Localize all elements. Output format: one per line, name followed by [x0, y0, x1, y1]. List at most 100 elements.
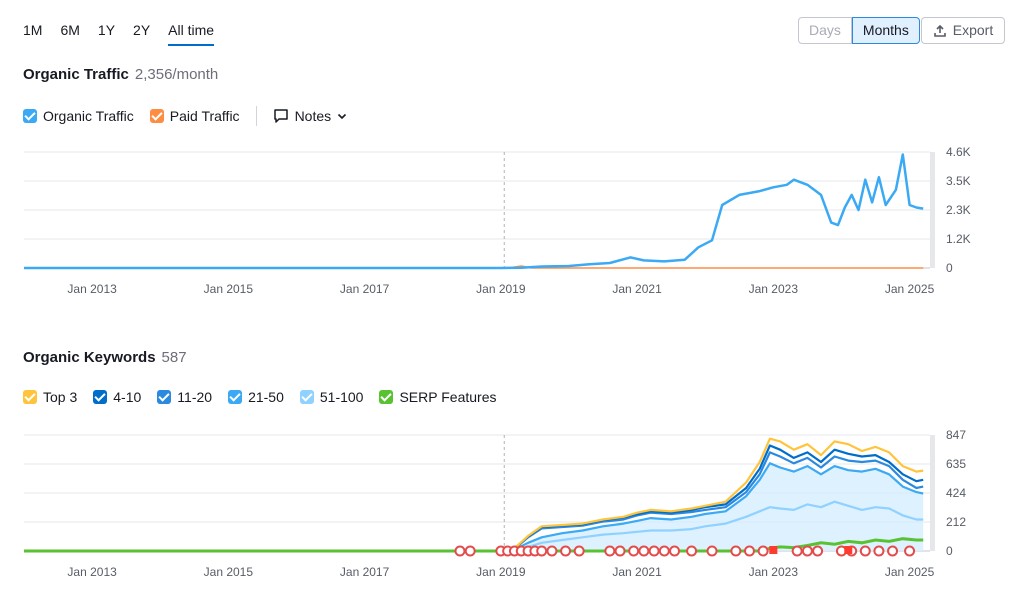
legend-label: Paid Traffic [169, 108, 240, 124]
y-tick-label: 1.2K [946, 232, 971, 246]
google-update-marker [812, 545, 824, 557]
days-button[interactable]: Days [798, 17, 852, 44]
google-update-marker [706, 545, 718, 557]
google-update-marker [669, 545, 681, 557]
legend-label: 4-10 [113, 389, 142, 405]
x-tick-label: Jan 2015 [204, 282, 254, 296]
date-range-tabs: 1M 6M 1Y 2Y All time [23, 20, 232, 46]
google-update-marker [614, 545, 626, 557]
checkbox-icon [157, 390, 172, 404]
google-update-marker [887, 545, 899, 557]
range-tab-all-time[interactable]: All time [168, 20, 215, 46]
keywords-subtitle: 587 [161, 349, 187, 366]
google-update-marker [648, 545, 660, 557]
legend-organic-traffic[interactable]: Organic Traffic [23, 108, 134, 124]
keywords-title: Organic Keywords 587 [23, 349, 187, 366]
google-update-marker [730, 545, 742, 557]
traffic-title-text: Organic Traffic [23, 66, 129, 83]
traffic-legend: Organic Traffic Paid Traffic Notes [23, 106, 347, 126]
legend-label: 51-100 [319, 389, 364, 405]
range-tab-1y[interactable]: 1Y [98, 20, 115, 46]
google-update-marker [464, 545, 476, 557]
checkbox-icon [23, 390, 37, 404]
legend-label: Top 3 [43, 389, 78, 405]
y-tick-label: 2.3K [946, 203, 971, 217]
legend-paid-traffic[interactable]: Paid Traffic [149, 108, 240, 124]
google-update-marker [904, 545, 916, 557]
x-tick-label: Jan 2019 [476, 565, 526, 579]
y-tick-label: 4.6K [946, 145, 971, 159]
notes-label: Notes [294, 108, 332, 124]
x-tick-label: Jan 2023 [749, 565, 799, 579]
x-tick-label: Jan 2023 [749, 282, 799, 296]
checkbox-icon [299, 390, 314, 404]
google-update-marker [686, 545, 698, 557]
google-update-marker [628, 545, 640, 557]
y-tick-label: 847 [946, 428, 966, 442]
range-tab-2y[interactable]: 2Y [133, 20, 150, 46]
x-tick-label: Jan 2013 [67, 282, 117, 296]
legend-label: 21-50 [248, 389, 284, 405]
google-update-marker [573, 545, 585, 557]
google-update-marker [536, 545, 548, 557]
checkbox-icon [149, 109, 164, 123]
keywords-title-text: Organic Keywords [23, 349, 156, 366]
legend-top-3[interactable]: Top 3 [23, 389, 77, 405]
y-tick-label: 0 [946, 544, 953, 558]
x-tick-label: Jan 2015 [204, 565, 254, 579]
google-update-marker [859, 545, 871, 557]
google-update-marker [791, 545, 803, 557]
months-button[interactable]: Months [851, 17, 920, 44]
legend-11-20[interactable]: 11-20 [157, 389, 212, 405]
comment-icon [273, 109, 288, 123]
chart-edge [930, 435, 935, 551]
upload-icon [933, 24, 946, 37]
legend-21-50[interactable]: 21-50 [228, 389, 284, 405]
legend-label: 11-20 [177, 389, 213, 405]
x-tick-label: Jan 2021 [612, 565, 662, 579]
google-update-marker [638, 545, 650, 557]
legend-4-10[interactable]: 4-10 [93, 389, 141, 405]
export-label: Export [952, 22, 994, 38]
x-tick-label: Jan 2019 [476, 282, 526, 296]
x-tick-label: Jan 2017 [340, 565, 390, 579]
x-tick-label: Jan 2017 [340, 282, 390, 296]
x-tick-label: Jan 2021 [612, 282, 662, 296]
y-tick-label: 0 [946, 261, 953, 275]
y-tick-label: 212 [946, 515, 966, 529]
google-update-marker [454, 545, 466, 557]
keywords-legend: Top 3 4-10 11-20 21-50 51-100 SERP Featu… [23, 389, 512, 405]
legend-51-100[interactable]: 51-100 [299, 389, 364, 405]
export-button[interactable]: Export [921, 17, 1005, 44]
x-tick-label: Jan 2025 [885, 282, 935, 296]
note-marker [844, 546, 853, 554]
legend-label: SERP Features [399, 389, 497, 405]
range-tab-1m[interactable]: 1M [23, 20, 42, 46]
traffic-subtitle: 2,356/month [134, 66, 219, 83]
y-tick-label: 635 [946, 457, 966, 471]
legend-divider [255, 106, 257, 126]
note-marker [769, 546, 778, 554]
google-update-marker [873, 545, 885, 557]
organic-keywords-chart: 847 635 424 212 0 Jan 2013 Jan 2015 Jan 2017 Jan… [24, 428, 966, 579]
notes-dropdown[interactable]: Notes [273, 108, 348, 124]
checkbox-icon [93, 390, 108, 404]
google-update-marker [560, 545, 572, 557]
google-update-marker [604, 545, 616, 557]
google-update-marker [546, 545, 558, 557]
granularity-toggle: Days Months [798, 17, 920, 44]
legend-serp-features[interactable]: SERP Features [379, 389, 496, 405]
google-update-marker [743, 545, 755, 557]
legend-label: Organic Traffic [43, 108, 134, 124]
checkbox-icon [379, 390, 394, 404]
google-update-marker [658, 545, 670, 557]
checkbox-icon [228, 390, 243, 404]
y-tick-label: 3.5K [946, 174, 971, 188]
google-update-marker [757, 545, 769, 557]
series-line-organic-traffic [24, 153, 924, 270]
x-tick-label: Jan 2025 [885, 565, 935, 579]
range-tab-6m[interactable]: 6M [60, 20, 79, 46]
x-tick-label: Jan 2013 [67, 565, 117, 579]
chevron-down-icon [338, 113, 347, 120]
google-update-marker [801, 545, 813, 557]
